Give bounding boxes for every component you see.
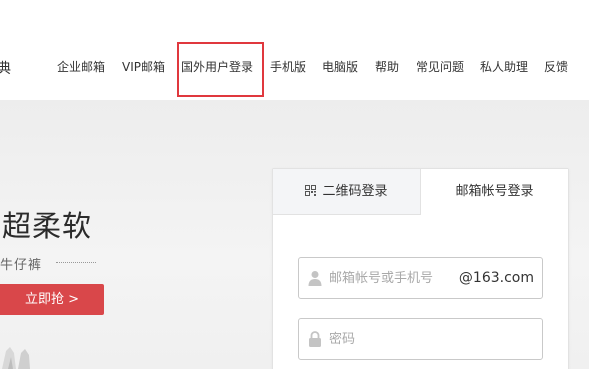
nav-mobile-version[interactable]: 手机版 xyxy=(270,58,306,76)
brand-logo-text: 典 xyxy=(0,61,11,77)
lock-icon xyxy=(309,331,321,347)
top-navigation-bar: 典 企业邮箱 VIP邮箱 国外用户登录 手机版 电脑版 帮助 常见问题 私人助理… xyxy=(0,0,589,100)
password-input[interactable] xyxy=(329,319,529,359)
promo-title: 超柔软 xyxy=(2,209,93,243)
user-icon xyxy=(308,271,322,286)
nav-faq[interactable]: 常见问题 xyxy=(416,58,464,76)
password-field[interactable] xyxy=(298,318,543,360)
domain-suffix: @163.com xyxy=(458,270,534,286)
nav-vip-mail[interactable]: VIP邮箱 xyxy=(122,58,165,76)
promo-dotted-line xyxy=(56,262,96,263)
qr-code-icon xyxy=(305,185,317,196)
nav-highlight-box xyxy=(177,42,264,97)
nav-feedback[interactable]: 反馈 xyxy=(544,58,568,76)
login-tabs: 二维码登录 邮箱帐号登录 xyxy=(273,169,568,215)
account-input[interactable] xyxy=(329,258,459,298)
nav-help[interactable]: 帮助 xyxy=(375,58,399,76)
nav-desktop-version[interactable]: 电脑版 xyxy=(322,58,358,76)
nav-personal-assistant[interactable]: 私人助理 xyxy=(480,58,528,76)
login-panel: 二维码登录 邮箱帐号登录 @163.com xyxy=(272,168,569,369)
tab-qr-login[interactable]: 二维码登录 xyxy=(273,169,421,215)
tab-qr-label: 二维码登录 xyxy=(322,184,388,199)
nav-enterprise-mail[interactable]: 企业邮箱 xyxy=(57,58,105,76)
buy-now-button[interactable]: 立即抢 > xyxy=(0,284,104,315)
account-field[interactable]: @163.com xyxy=(298,257,543,299)
tab-mail-account-login[interactable]: 邮箱帐号登录 xyxy=(421,169,568,215)
promo-subtitle: 牛仔裤 xyxy=(0,258,43,273)
model-figure-image xyxy=(2,347,30,369)
tab-mail-label: 邮箱帐号登录 xyxy=(455,184,534,199)
